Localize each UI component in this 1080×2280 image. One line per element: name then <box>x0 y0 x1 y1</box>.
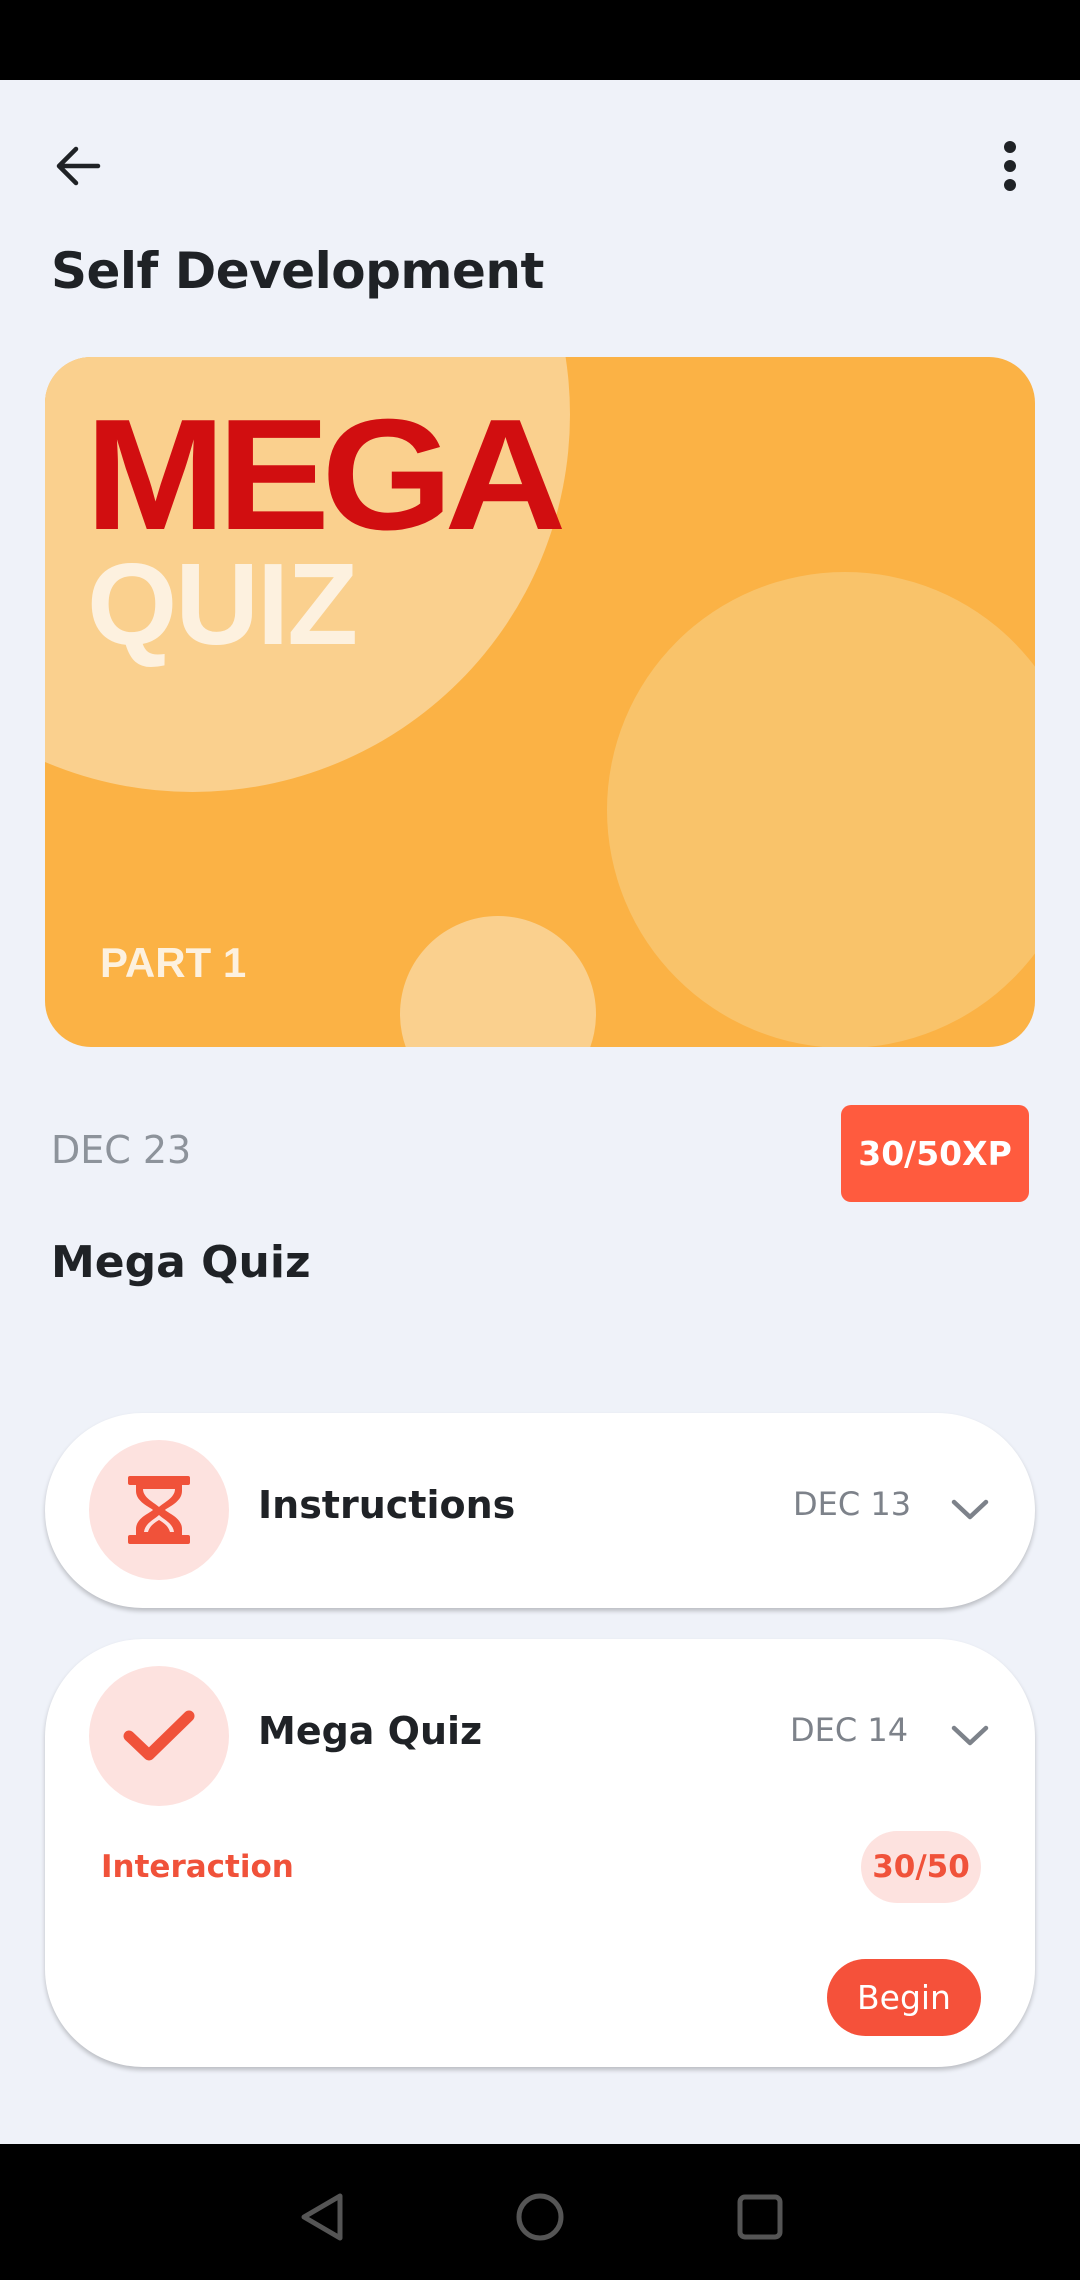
back-button[interactable] <box>40 128 116 204</box>
more-options-button[interactable] <box>972 128 1048 204</box>
arrow-left-icon <box>56 146 101 186</box>
status-bar <box>0 0 1080 80</box>
quiz-date: DEC 23 <box>51 1128 192 1172</box>
decor-circle-small <box>400 916 596 1047</box>
nav-home-button[interactable] <box>500 2177 580 2257</box>
check-icon <box>123 1710 195 1761</box>
item-date: DEC 14 <box>790 1711 909 1749</box>
nav-recents-button[interactable] <box>720 2177 800 2257</box>
interaction-label: Interaction <box>101 1849 294 1885</box>
icon-badge <box>89 1440 229 1580</box>
section-title: Mega Quiz <box>51 1237 311 1288</box>
nav-recents-square-icon <box>737 2194 783 2240</box>
list-item-mega-quiz[interactable]: Mega Quiz DEC 14 Interaction 30/50 Begin <box>45 1639 1035 2067</box>
nav-home-circle-icon <box>516 2193 564 2241</box>
xp-badge: 30/50XP <box>841 1105 1029 1202</box>
item-title: Instructions <box>258 1483 516 1527</box>
system-nav-bar <box>0 2144 1080 2280</box>
decor-circle-right <box>607 572 1035 1047</box>
hero-part-label: PART 1 <box>100 939 247 986</box>
begin-button[interactable]: Begin <box>827 1959 981 2036</box>
chevron-down-icon <box>951 1725 989 1746</box>
page-title: Self Development <box>51 242 544 300</box>
collapse-button[interactable] <box>945 1711 995 1761</box>
chevron-down-icon <box>951 1499 989 1520</box>
item-date: DEC 13 <box>793 1485 912 1523</box>
hero-subtitle: QUIZ <box>87 539 358 669</box>
hourglass-icon <box>128 1476 190 1544</box>
hero-banner: MEGA QUIZ PART 1 <box>45 357 1035 1047</box>
expand-button[interactable] <box>945 1485 995 1535</box>
item-title: Mega Quiz <box>258 1709 483 1753</box>
nav-back-button[interactable] <box>282 2177 362 2257</box>
nav-back-triangle-icon <box>301 2193 343 2241</box>
more-vertical-icon <box>1004 141 1016 191</box>
list-item-instructions[interactable]: Instructions DEC 13 <box>45 1413 1035 1608</box>
app-bar <box>0 80 1080 240</box>
icon-badge <box>89 1666 229 1806</box>
score-badge: 30/50 <box>861 1831 981 1903</box>
hero-title: MEGA <box>85 387 567 563</box>
